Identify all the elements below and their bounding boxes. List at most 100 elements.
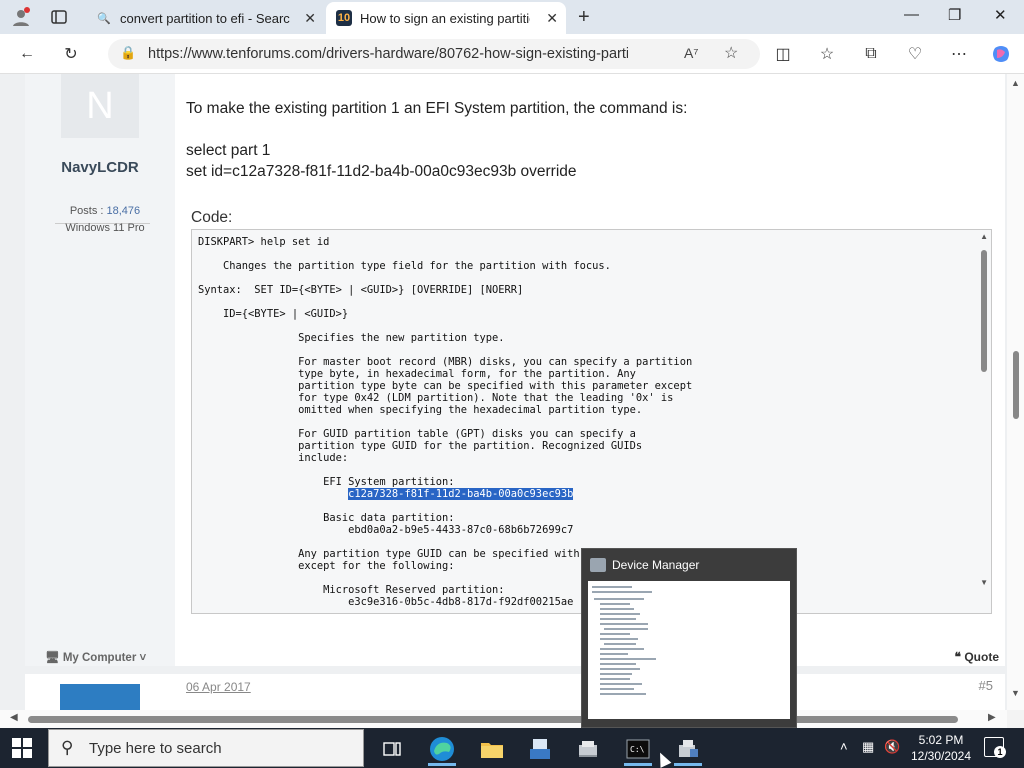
more-menu-icon[interactable]: ⋯ (948, 43, 970, 65)
scroll-up-icon[interactable]: ▲ (980, 232, 988, 241)
show-hidden-icons-icon[interactable]: ˄ (840, 739, 848, 754)
date: 12/30/2024 (910, 749, 972, 763)
post-date[interactable]: 06 Apr 2017 (186, 680, 251, 694)
page-horizontal-scrollbar[interactable]: ◀ ▶ (0, 710, 1007, 728)
page-scrollbar[interactable]: ▲ ▼ (1007, 74, 1024, 710)
my-computer-link[interactable]: 🖥 My Computer ˅ (45, 650, 146, 664)
time: 5:02 PM (918, 733, 964, 747)
code-line: DISKPART> help set id (198, 236, 330, 248)
read-aloud-icon[interactable]: A⁷ (684, 45, 698, 61)
chevron-down-icon: ˅ (139, 652, 147, 664)
edge-taskbar-icon[interactable] (422, 732, 462, 766)
browser-essentials-icon[interactable]: ♡ (904, 43, 926, 65)
lock-icon[interactable]: 🔒 (120, 45, 136, 61)
quote-icon: ❝ (954, 650, 961, 664)
scroll-left-icon[interactable]: ◀ (10, 712, 18, 723)
web-page[interactable]: N NavyLCDR Posts : 18,476 Windows 11 Pro… (0, 74, 1007, 710)
next-post: 06 Apr 2017 #5 (25, 674, 1005, 710)
post-number[interactable]: #5 (979, 678, 993, 693)
close-window-icon[interactable]: ✕ (994, 6, 1007, 24)
profile-icon[interactable] (10, 6, 32, 28)
post-footer: 🖥 My Computer ˅ ❝ Quote (25, 614, 1005, 666)
posts-value[interactable]: 18,476 (107, 205, 141, 217)
minimize-icon[interactable]: — (904, 6, 919, 23)
user-panel: N NavyLCDR Posts : 18,476 Windows 11 Pro (25, 74, 175, 666)
code-line: for type 0x42 (LDM partition). Note that… (198, 392, 674, 404)
posts-label: Posts : (69, 205, 104, 217)
refresh-icon[interactable]: ↻ (60, 43, 82, 65)
code-line: ebd0a0a2-b9e5-4433-87c0-68b6b72699c7 (198, 524, 574, 536)
code-line: For GUID partition table (GPT) disks you… (198, 428, 636, 440)
scroll-down-icon[interactable]: ▼ (980, 578, 988, 587)
forum-post: N NavyLCDR Posts : 18,476 Windows 11 Pro… (25, 74, 1005, 666)
clock[interactable]: 5:02 PM 12/30/2024 (906, 732, 976, 764)
code-line: EFI System partition: (198, 476, 455, 488)
device-manager-preview[interactable]: Device Manager (581, 548, 797, 728)
scroll-down-icon[interactable]: ▼ (1011, 688, 1020, 698)
tab-title: How to sign an existing partition (360, 10, 530, 26)
network-icon[interactable]: ▦ (862, 739, 874, 755)
task-view-icon[interactable] (372, 732, 412, 766)
my-computer-label: My Computer (62, 652, 137, 664)
code-line: e3c9e316-0b5c-4db8-817d-f92df00215ae (198, 596, 574, 608)
url-field[interactable]: 🔒 https://www.tenforums.com/drivers-hard… (108, 39, 760, 69)
code-line: type byte, in hexadecimal form, for the … (198, 368, 636, 380)
scroll-right-icon[interactable]: ▶ (988, 712, 996, 723)
next-post-avatar[interactable] (60, 684, 140, 710)
document-app-icon[interactable] (520, 732, 560, 766)
tenforums-favicon-icon: 10 (336, 10, 352, 26)
file-explorer-icon[interactable] (472, 732, 512, 766)
search-placeholder: Type here to search (89, 740, 222, 757)
back-icon[interactable]: ← (16, 43, 38, 65)
code-line: partition type byte can be specified wit… (198, 380, 693, 392)
code-line: except for the following: (198, 560, 455, 572)
favorites-icon[interactable]: ☆ (816, 43, 838, 65)
windows-start-icon[interactable] (12, 738, 32, 758)
taskbar: ⚲ Type here to search C:\ ˄ ▦ 🔇 5:02 PM … (0, 728, 1024, 768)
tab-actions-icon[interactable] (48, 6, 70, 28)
code-scroll-thumb[interactable] (981, 250, 987, 372)
search-icon: 🔍 (97, 12, 111, 25)
device-manager-taskbar-icon[interactable] (668, 732, 708, 766)
username[interactable]: NavyLCDR (25, 159, 175, 176)
notification-badge: 1 (994, 746, 1006, 758)
restore-icon[interactable]: ❐ (948, 6, 961, 24)
taskbar-search-box[interactable]: ⚲ Type here to search (48, 729, 364, 767)
page-horizontal-thumb[interactable] (28, 716, 958, 723)
svg-text:C:\: C:\ (630, 745, 645, 754)
browser-tab-bar: 🔍 convert partition to efi - Search ✕ 10… (0, 0, 1024, 34)
new-tab-icon[interactable]: + (578, 6, 590, 29)
copilot-icon[interactable] (990, 43, 1012, 65)
selected-guid[interactable]: c12a7328-f81f-11d2-ba4b-00a0c93ec93b (348, 488, 574, 500)
code-line: ID={<BYTE> | <GUID>} (198, 308, 349, 320)
avatar[interactable]: N (61, 74, 139, 138)
collections-icon[interactable]: ⧉ (860, 43, 882, 65)
quote-button[interactable]: ❝ Quote (955, 650, 999, 664)
address-bar-row: ← ↻ 🔒 https://www.tenforums.com/drivers-… (0, 34, 1024, 74)
preview-window[interactable] (588, 581, 790, 719)
code-line: Basic data partition: (198, 512, 455, 524)
command-prompt-icon[interactable]: C:\ (618, 732, 658, 766)
code-line: Syntax: SET ID={<BYTE> | <GUID>} [OVERRI… (198, 284, 524, 296)
close-tab-icon[interactable]: ✕ (546, 10, 558, 27)
code-line: Specifies the new partition type. (198, 332, 505, 344)
tab-search[interactable]: 🔍 convert partition to efi - Search ✕ (86, 2, 324, 34)
code-line: omitted when specifying the hexadecimal … (198, 404, 643, 416)
close-tab-icon[interactable]: ✕ (304, 10, 316, 27)
volume-icon[interactable]: 🔇 (884, 739, 900, 755)
preview-title: Device Manager (612, 558, 700, 572)
code-scrollbar[interactable]: ▲ ▼ (977, 230, 991, 613)
favorite-star-icon[interactable]: ☆ (724, 43, 738, 63)
split-screen-icon[interactable]: ◫ (772, 43, 794, 65)
code-line: c12a7328-f81f-11d2-ba4b-00a0c93ec93b (198, 488, 574, 500)
scroll-up-icon[interactable]: ▲ (1011, 78, 1020, 88)
device-manager-icon (590, 558, 606, 572)
tab-active-forum[interactable]: 10 How to sign an existing partition ✕ (326, 2, 566, 34)
url-text[interactable]: https://www.tenforums.com/drivers-hardwa… (148, 46, 628, 62)
command-line-2: set id=c12a7328-f81f-11d2-ba4b-00a0c93ec… (186, 163, 577, 180)
page-scroll-thumb[interactable] (1013, 351, 1019, 419)
code-line: include: (198, 452, 349, 464)
computer-management-icon[interactable] (568, 732, 608, 766)
post-paragraph: To make the existing partition 1 an EFI … (186, 100, 688, 117)
user-os: Windows 11 Pro (65, 222, 145, 234)
